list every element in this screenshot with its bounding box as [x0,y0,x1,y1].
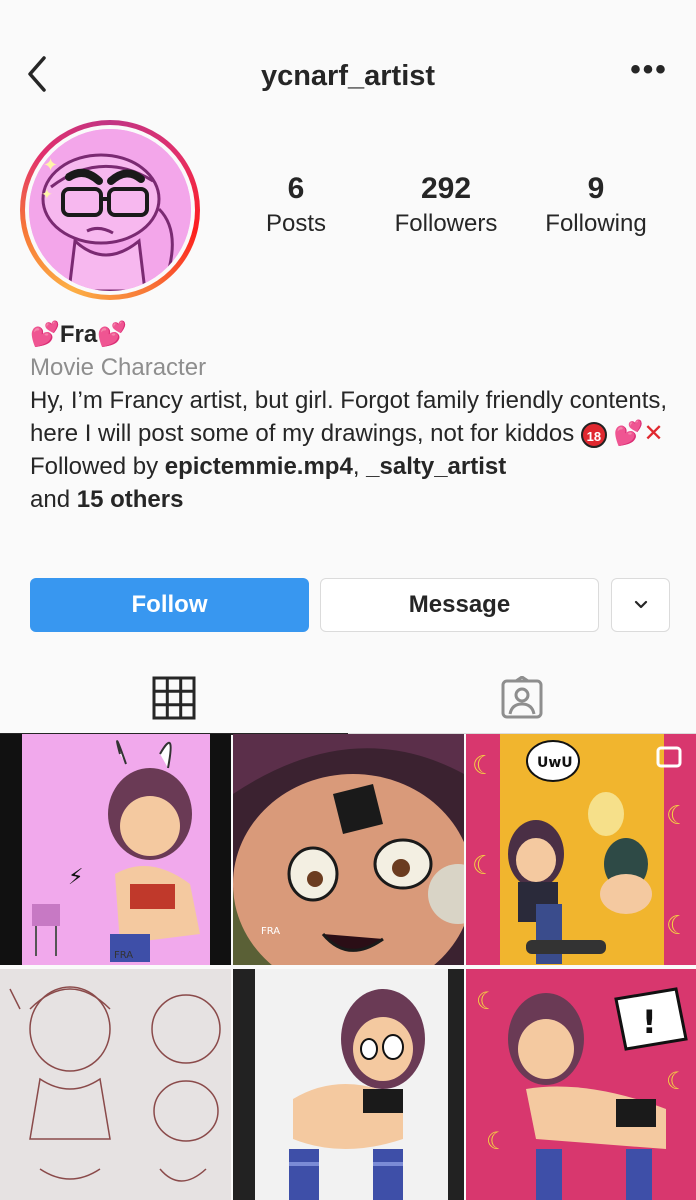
followed-by-others[interactable]: and 15 others [30,483,680,516]
stat-posts[interactable]: 6 Posts [226,172,366,238]
svg-text:☾: ☾ [486,1127,508,1155]
posts-grid: ⚡ FRA FRA ☾ ☾ ☾ ☾ UwU ☾ ☾ ☾ ! [0,734,696,1200]
followers-count: 292 [420,172,472,205]
suggested-dropdown-button[interactable] [611,578,670,632]
tagged-tab[interactable] [348,662,696,734]
mutual-follower-2[interactable]: _salty_artist [366,453,506,480]
following-label: Following [545,210,647,237]
svg-text:✦: ✦ [41,187,53,203]
followers-label: Followers [394,210,498,237]
svg-text:⚡: ⚡ [68,865,83,890]
following-count: 9 [587,172,605,205]
profile-stats: 6 Posts 292 Followers 9 Following [250,172,670,252]
profile-category: Movie Character [30,354,207,381]
post-thumbnail-4[interactable] [0,969,231,1200]
heart-emoji-icon: 💕 [30,321,60,348]
follow-button[interactable]: Follow [30,578,309,632]
followed-by-separator: , [352,453,367,480]
others-count[interactable]: 15 others [77,486,184,513]
post-image-3: ☾ ☾ ☾ ☾ UwU [466,734,696,965]
svg-text:✦: ✦ [43,155,58,176]
signature-label: FRA [261,926,280,937]
post-image-5 [233,969,464,1200]
stat-following[interactable]: 9 Following [526,172,666,238]
post-image-2: FRA [233,734,464,965]
post-thumbnail-5[interactable] [233,969,464,1200]
mutual-follower-1[interactable]: epictemmie.mp4 [165,453,353,480]
svg-text:☾: ☾ [666,1067,688,1095]
avatar-story-ring[interactable]: ✦ ✦ [20,120,200,300]
profile-bio: 💕Fra💕 Movie Character Hy, I’m Francy art… [30,318,680,516]
avatar-border: ✦ ✦ [25,125,195,295]
bio-text: Hy, I’m Francy artist, but girl. Forgot … [30,387,668,447]
avatar: ✦ ✦ [29,129,191,291]
post-thumbnail-2[interactable]: FRA [233,734,464,965]
speech-bubble-label: ! [642,1003,657,1041]
display-name: 💕Fra💕 [30,318,680,351]
posts-label: Posts [265,210,327,237]
post-thumbnail-6[interactable]: ☾ ☾ ☾ ! [466,969,696,1200]
more-options-button[interactable]: ••• [624,55,674,90]
signature-label: FRA [114,950,133,961]
display-name-text: Fra [59,321,98,348]
bio-text-block: Hy, I’m Francy artist, but girl. Forgot … [30,384,680,450]
profile-header: ycnarf_artist ••• [0,40,696,112]
post-thumbnail-1[interactable]: ⚡ FRA [0,734,231,965]
heart-emoji-icon: 💕 [613,420,644,447]
grid-tab[interactable] [0,662,348,735]
post-thumbnail-3[interactable]: ☾ ☾ ☾ ☾ UwU [466,734,696,965]
heart-emoji-icon: 💕 [97,321,128,348]
followed-by-and: and [30,486,77,513]
more-horizontal-icon: ••• [630,53,668,86]
svg-text:☾: ☾ [472,751,495,781]
post-image-6: ☾ ☾ ☾ ! [466,969,696,1200]
profile-tabs [0,662,696,735]
chevron-down-icon [634,600,647,609]
no-under-18-icon: 18 [580,421,607,448]
stat-followers[interactable]: 292 Followers [376,172,516,238]
speech-bubble-label: UwU [537,755,573,771]
svg-text:☾: ☾ [472,851,495,881]
posts-count: 6 [287,172,305,205]
message-button[interactable]: Message [320,578,599,632]
tagged-person-icon [501,676,543,719]
svg-text:☾: ☾ [476,987,498,1015]
post-image-1: ⚡ FRA [0,734,231,965]
avatar-drawing: ✦ ✦ [29,129,191,291]
followed-by[interactable]: Followed by epictemmie.mp4, _salty_artis… [30,450,680,483]
profile-username: ycnarf_artist [260,60,436,92]
post-image-4 [0,969,231,1200]
followed-by-prefix: Followed by [30,453,165,480]
svg-text:☾: ☾ [666,911,689,941]
grid-icon [152,676,196,720]
red-x-icon: ✕ [643,420,664,447]
svg-text:☾: ☾ [666,801,689,831]
